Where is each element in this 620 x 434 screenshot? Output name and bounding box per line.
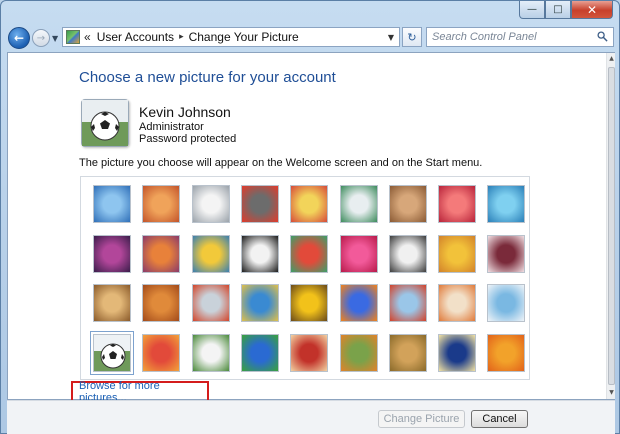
close-button[interactable]: ✕ xyxy=(571,1,613,19)
picture-tile-fabric-stripes[interactable] xyxy=(142,333,181,372)
back-arrow-icon: ← xyxy=(13,31,25,45)
picture-tile-pomeranian[interactable] xyxy=(142,284,181,322)
picture-description: The picture you choose will appear on th… xyxy=(79,157,483,169)
user-name: Kevin Johnson xyxy=(139,104,231,120)
picture-tile-record-player[interactable] xyxy=(240,185,279,223)
picture-grid xyxy=(80,176,530,380)
picture-tile-dog[interactable] xyxy=(240,234,279,273)
picture-tile-soccer-ball[interactable] xyxy=(90,330,134,375)
picture-tile-lucky-cat[interactable] xyxy=(290,185,329,223)
picture-tile-lighthouse[interactable] xyxy=(438,333,477,372)
back-button[interactable]: ← xyxy=(8,27,30,49)
picture-tile-shell-spiral[interactable] xyxy=(388,333,427,372)
search-box[interactable]: Search Control Panel xyxy=(426,27,614,47)
picture-tile-guitar[interactable] xyxy=(93,284,131,322)
caption-buttons: — □ ✕ xyxy=(519,1,613,19)
picture-tile-sunflower[interactable] xyxy=(290,284,329,322)
picture-tile-crayons[interactable] xyxy=(290,234,329,273)
picture-tile-jacks[interactable] xyxy=(388,234,427,273)
current-picture xyxy=(81,99,129,147)
button-bar: Change Picture Cancel xyxy=(7,400,615,434)
search-input[interactable]: Search Control Panel xyxy=(432,31,537,43)
refresh-button[interactable]: ↻ xyxy=(402,27,422,47)
cancel-button[interactable]: Cancel xyxy=(471,410,528,428)
minimize-button[interactable]: — xyxy=(519,1,545,19)
picture-tile-gerbera-orange[interactable] xyxy=(487,333,526,372)
picture-tile-ferris-wheel[interactable] xyxy=(93,185,131,223)
picture-tile-origami[interactable] xyxy=(487,234,526,273)
maximize-button[interactable]: □ xyxy=(545,1,571,19)
breadcrumb-change-your-picture[interactable]: Change Your Picture xyxy=(189,30,299,44)
picture-tile-marbles[interactable] xyxy=(191,333,230,372)
breadcrumb-user-accounts[interactable]: User Accounts xyxy=(97,30,174,44)
scroll-down-icon[interactable]: ▼ xyxy=(607,387,616,399)
window-frame: — □ ✕ ← → ▼ « User Accounts ▸ Change You… xyxy=(0,0,620,434)
address-bar[interactable]: « User Accounts ▸ Change Your Picture ▼ xyxy=(62,27,400,47)
vertical-scrollbar[interactable]: ▲ ▼ xyxy=(606,53,615,399)
page-title: Choose a new picture for your account xyxy=(79,69,336,86)
picture-tile-leaf-yellow[interactable] xyxy=(191,234,230,273)
picture-tile-rug-red[interactable] xyxy=(290,333,329,372)
scroll-thumb[interactable] xyxy=(608,67,615,385)
picture-tile-gyroscope[interactable] xyxy=(339,185,378,223)
forward-button[interactable]: → xyxy=(32,29,50,47)
picture-tile-fabric-blue[interactable] xyxy=(240,284,279,322)
search-icon[interactable] xyxy=(597,31,608,42)
picture-tile-sailboat[interactable] xyxy=(487,284,526,322)
picture-tile-butterfly[interactable] xyxy=(339,333,378,372)
picture-tile-flower-pink[interactable] xyxy=(438,185,477,223)
user-password-status: Password protected xyxy=(139,133,237,145)
address-prefix-icon[interactable]: « xyxy=(84,30,91,44)
picture-tile-stairs[interactable] xyxy=(438,234,477,273)
user-role: Administrator xyxy=(139,121,204,133)
picture-tile-starfish[interactable] xyxy=(142,185,181,223)
soccer-ball-avatar-icon xyxy=(82,100,128,146)
breadcrumb-separator-icon[interactable]: ▸ xyxy=(179,32,184,42)
picture-tile-ball-purple[interactable] xyxy=(93,234,131,273)
address-dropdown-icon[interactable]: ▼ xyxy=(383,33,399,42)
picture-tile-kitten[interactable] xyxy=(388,185,427,223)
control-panel-icon xyxy=(66,30,80,44)
change-picture-button[interactable]: Change Picture xyxy=(378,410,465,428)
picture-tile-flower-pink-2[interactable] xyxy=(339,234,378,273)
picture-tile-fish[interactable] xyxy=(339,284,378,322)
forward-arrow-icon: → xyxy=(36,32,46,44)
picture-tile-pinwheel-blue[interactable] xyxy=(487,185,526,223)
picture-tile-robot[interactable] xyxy=(191,185,230,223)
picture-tile-toy-robot[interactable] xyxy=(191,284,230,322)
refresh-icon: ↻ xyxy=(407,30,417,44)
content-pane: Choose a new picture for your account Ke… xyxy=(7,52,615,404)
picture-tile-balloon[interactable] xyxy=(388,284,427,322)
picture-tile-lantern[interactable] xyxy=(438,284,477,322)
scroll-up-icon[interactable]: ▲ xyxy=(607,53,616,65)
picture-tile-window-green[interactable] xyxy=(240,333,279,372)
browse-highlight: Browse for more pictures... xyxy=(71,380,209,404)
recent-pages-button[interactable]: ▼ xyxy=(52,34,58,43)
picture-tile-fabric-orange[interactable] xyxy=(142,234,181,273)
